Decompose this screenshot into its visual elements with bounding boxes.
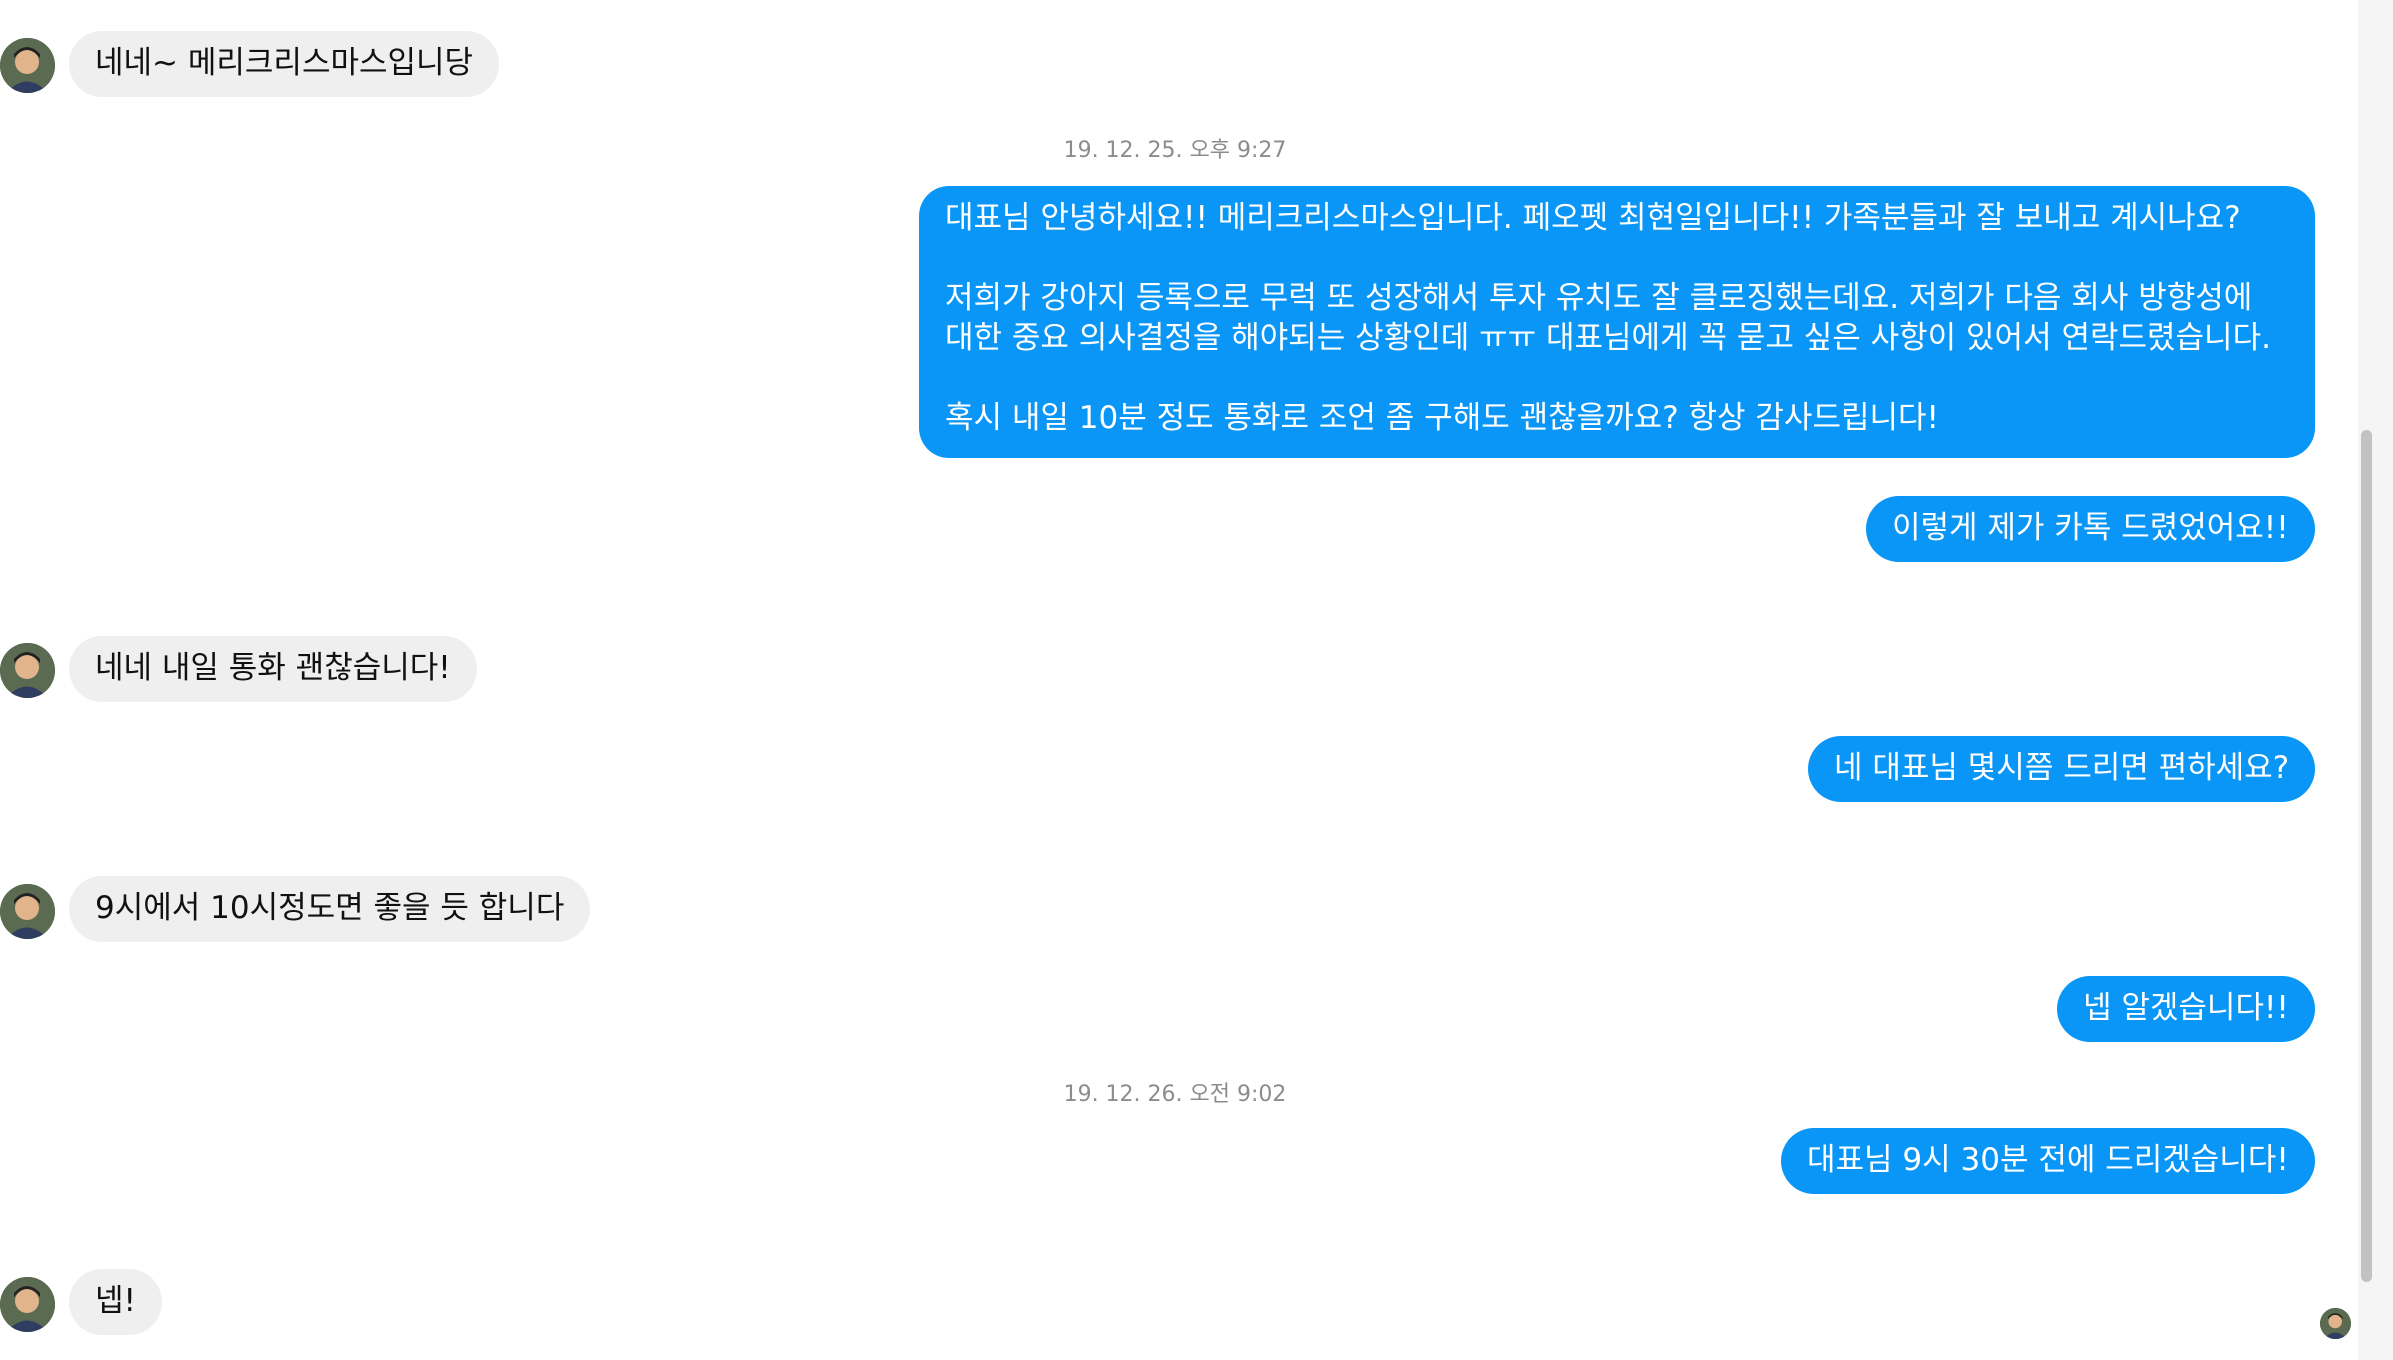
message-bubble-incoming[interactable]: 네네~ 메리크리스마스입니당 [69, 31, 500, 97]
contact-avatar[interactable] [0, 884, 55, 939]
message-bubble-outgoing[interactable]: 네 대표님 몇시쯤 드리면 편하세요? [1808, 736, 2316, 802]
message-bubble-outgoing[interactable]: 대표님 안녕하세요!! 메리크리스마스입니다. 페오펫 최현일입니다!! 가족분… [919, 186, 2315, 458]
message-timestamp: 19. 12. 25. 오후 9:27 [1063, 138, 1287, 163]
contact-avatar[interactable] [0, 1277, 55, 1332]
message-thread: 네네~ 메리크리스마스입니당 19. 12. 25. 오후 9:27 대표님 안… [0, 0, 2393, 1360]
message-bubble-incoming[interactable]: 넵! [69, 1269, 162, 1335]
scrollbar-thumb[interactable] [2361, 430, 2372, 1282]
message-bubble-outgoing[interactable]: 대표님 9시 30분 전에 드리겠습니다! [1781, 1128, 2315, 1194]
contact-avatar[interactable] [0, 38, 55, 93]
message-timestamp: 19. 12. 26. 오전 9:02 [1063, 1082, 1287, 1107]
seen-indicator-avatar [2320, 1308, 2351, 1339]
contact-avatar[interactable] [0, 643, 55, 698]
message-bubble-incoming[interactable]: 9시에서 10시정도면 좋을 듯 합니다 [69, 876, 591, 942]
message-bubble-outgoing[interactable]: 이렇게 제가 카톡 드렸었어요!! [1866, 496, 2315, 562]
message-bubble-outgoing[interactable]: 넵 알겠습니다!! [2057, 976, 2315, 1042]
message-bubble-incoming[interactable]: 네네 내일 통화 괜찮습니다! [69, 636, 477, 702]
